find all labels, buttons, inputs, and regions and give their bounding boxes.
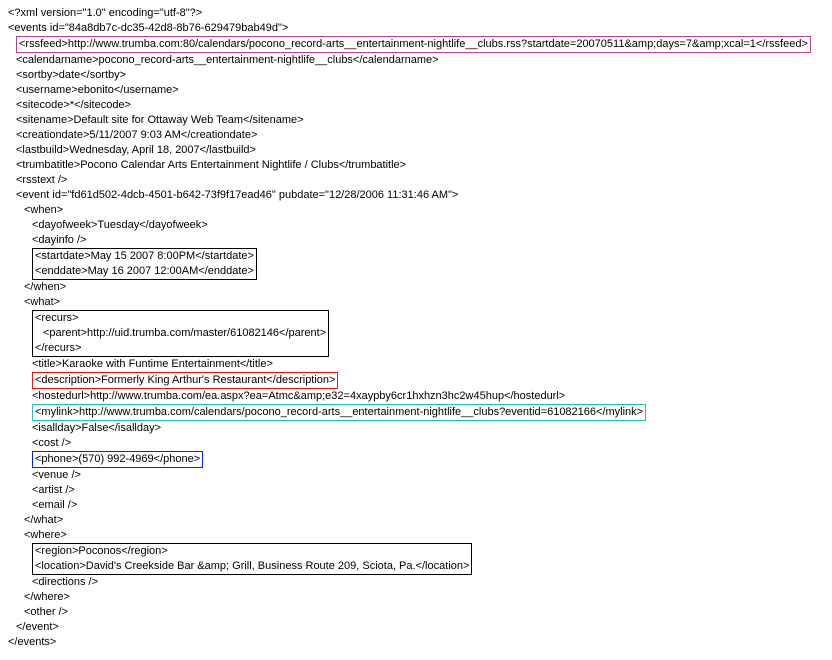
rsstext-element: <rsstext />	[8, 173, 832, 188]
location-element: <location>David's Creekside Bar &amp; Gr…	[35, 559, 469, 574]
dates-box: <startdate>May 15 2007 8:00PM</startdate…	[32, 248, 257, 280]
recurs-close-tag: </recurs>	[35, 341, 326, 356]
where-box: <region>Poconos</region> <location>David…	[32, 543, 472, 575]
sitecode-element: <sitecode>*</sitecode>	[8, 98, 832, 113]
enddate-element: <enddate>May 16 2007 12:00AM</enddate>	[35, 264, 254, 279]
what-open-tag: <what>	[8, 295, 832, 310]
creationdate-element: <creationdate>5/11/2007 9:03 AM</creatio…	[8, 128, 832, 143]
dayofweek-element: <dayofweek>Tuesday</dayofweek>	[8, 218, 832, 233]
event-open-tag: <event id="fd61d502-4dcb-4501-b642-73f9f…	[8, 188, 832, 203]
where-open-tag: <where>	[8, 528, 832, 543]
hostedurl-element: <hostedurl>http://www.trumba.com/ea.aspx…	[8, 389, 832, 404]
dayinfo-element: <dayinfo />	[8, 233, 832, 248]
event-close-tag: </event>	[8, 620, 832, 635]
lastbuild-element: <lastbuild>Wednesday, April 18, 2007</la…	[8, 143, 832, 158]
isallday-element: <isallday>False</isallday>	[8, 421, 832, 436]
cost-element: <cost />	[8, 436, 832, 451]
rssfeed-element: <rssfeed>http://www.trumba.com:80/calend…	[16, 36, 811, 53]
region-element: <region>Poconos</region>	[35, 544, 469, 559]
recurs-box: <recurs> <parent>http://uid.trumba.com/m…	[32, 310, 329, 357]
description-element: <description>Formerly King Arthur's Rest…	[32, 372, 338, 389]
directions-element: <directions />	[8, 575, 832, 590]
artist-element: <artist />	[8, 483, 832, 498]
parent-element: <parent>http://uid.trumba.com/master/610…	[35, 326, 326, 341]
events-open-tag: <events id="84a8db7c-dc35-42d8-8b76-6294…	[8, 21, 832, 36]
startdate-element: <startdate>May 15 2007 8:00PM</startdate…	[35, 249, 254, 264]
where-close-tag: </where>	[8, 590, 832, 605]
title-element: <title>Karaoke with Funtime Entertainmen…	[8, 357, 832, 372]
what-close-tag: </what>	[8, 513, 832, 528]
recurs-open-tag: <recurs>	[35, 311, 326, 326]
mylink-element: <mylink>http://www.trumba.com/calendars/…	[32, 404, 646, 421]
sitename-element: <sitename>Default site for Ottaway Web T…	[8, 113, 832, 128]
username-element: <username>ebonito</username>	[8, 83, 832, 98]
events-close-tag: </events>	[8, 635, 832, 650]
calendarname-element: <calendarname>pocono_record-arts__entert…	[8, 53, 832, 68]
venue-element: <venue />	[8, 468, 832, 483]
phone-element: <phone>(570) 992-4969</phone>	[32, 451, 203, 468]
other-element: <other />	[8, 605, 832, 620]
email-element: <email />	[8, 498, 832, 513]
sortby-element: <sortby>date</sortby>	[8, 68, 832, 83]
xml-declaration: <?xml version="1.0" encoding="utf-8"?>	[8, 6, 832, 21]
when-close-tag: </when>	[8, 280, 832, 295]
trumbatitle-element: <trumbatitle>Pocono Calendar Arts Entert…	[8, 158, 832, 173]
when-open-tag: <when>	[8, 203, 832, 218]
